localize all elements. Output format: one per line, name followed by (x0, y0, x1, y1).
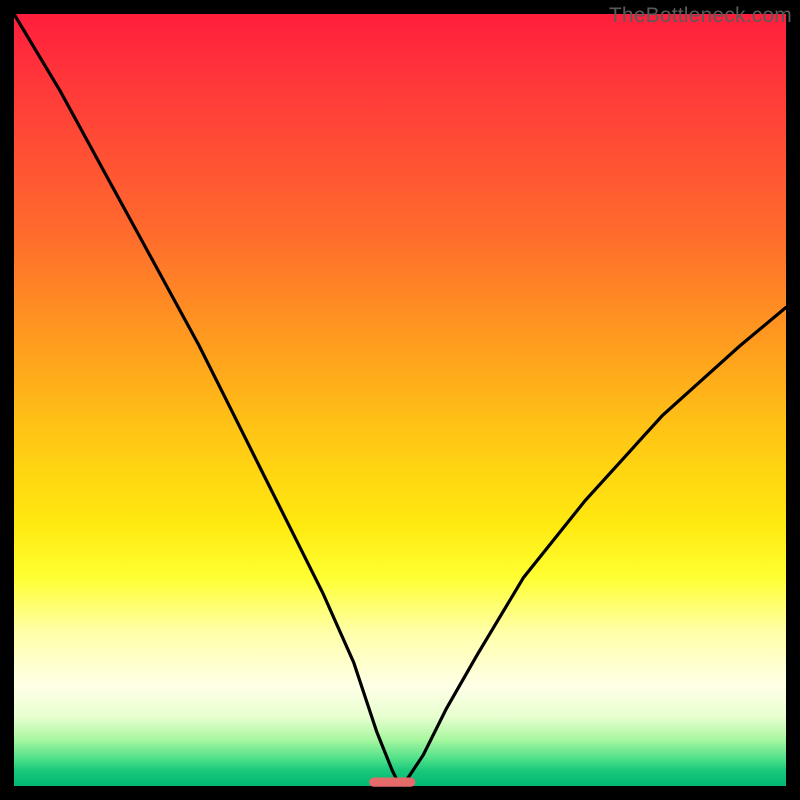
optimal-range-marker (369, 778, 415, 787)
bottleneck-curve (14, 14, 786, 786)
attribution-text: TheBottleneck.com (609, 4, 792, 28)
chart-overlay (14, 14, 786, 786)
chart-frame: TheBottleneck.com (0, 0, 800, 800)
